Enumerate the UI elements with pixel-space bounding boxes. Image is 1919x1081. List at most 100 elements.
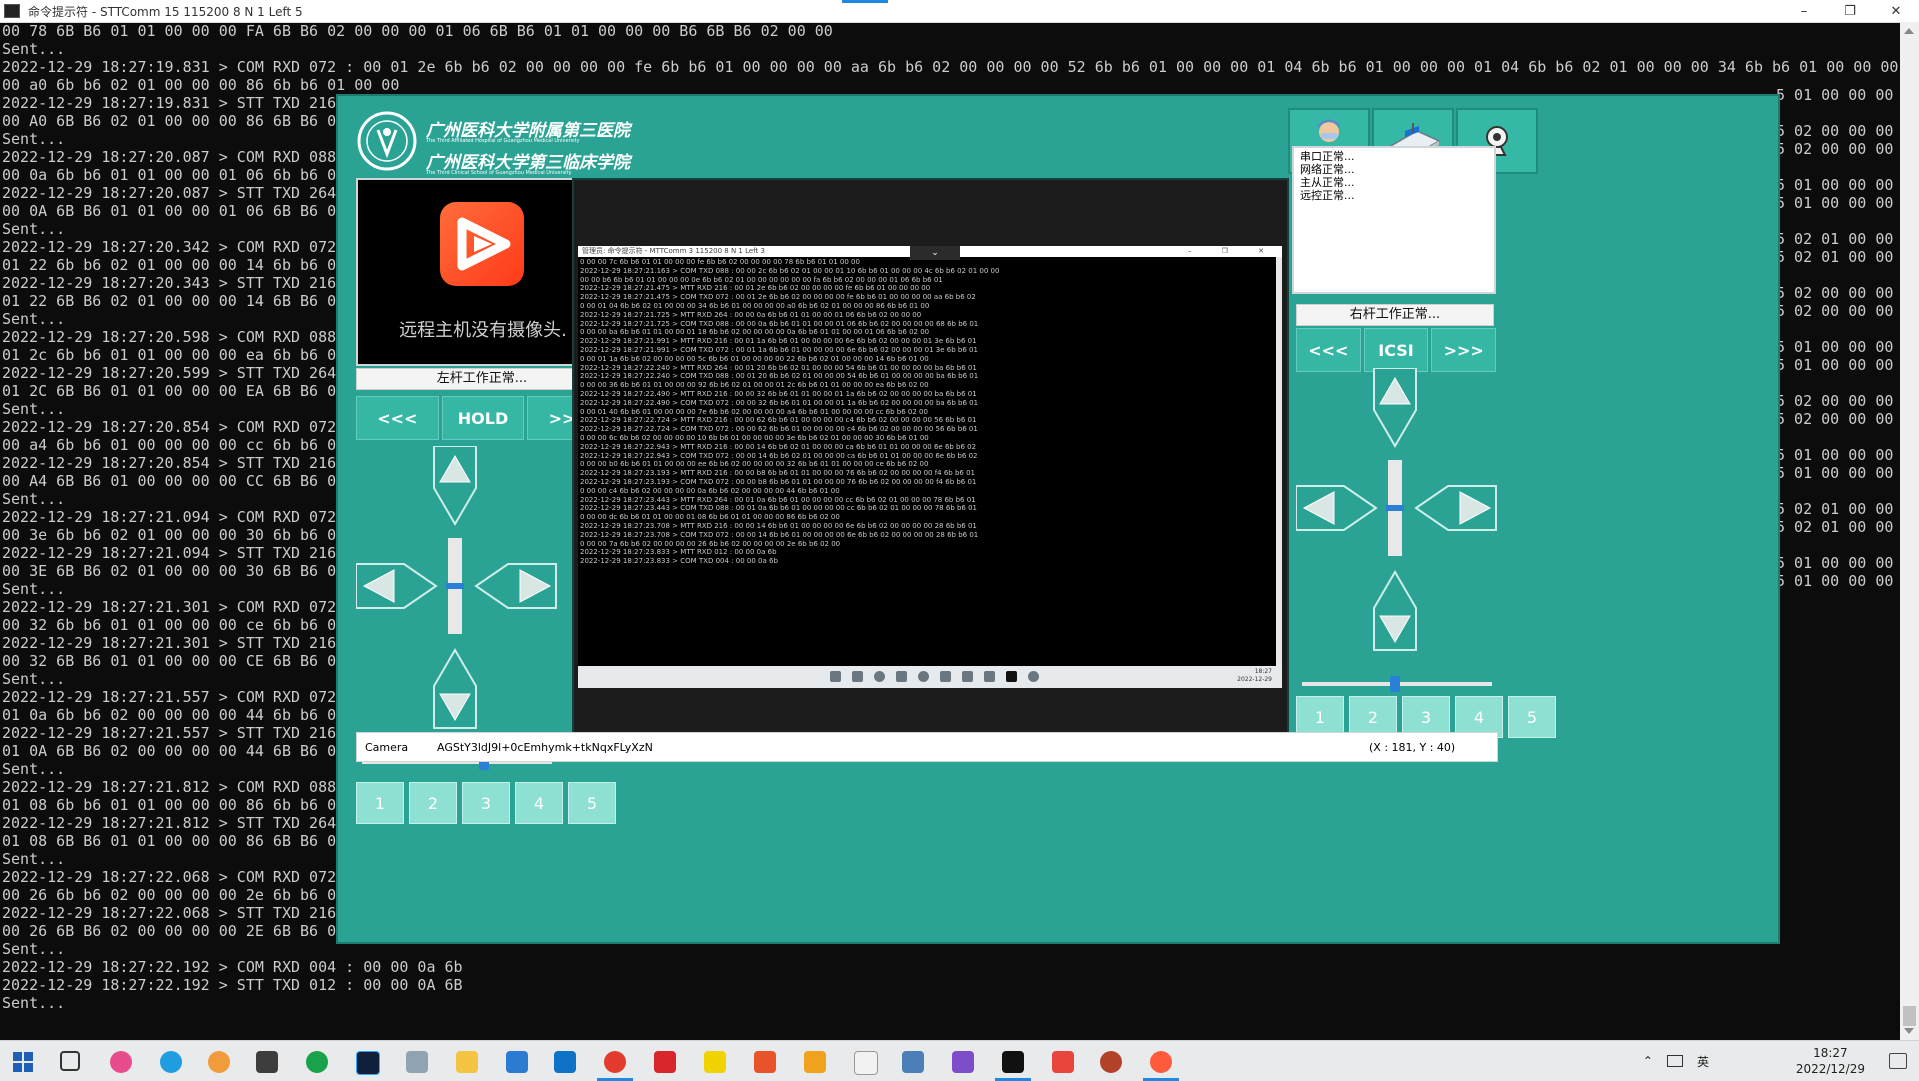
left-mode-label[interactable]: HOLD xyxy=(441,396,525,440)
left-z-slider[interactable] xyxy=(446,538,464,634)
left-right-arrow-icon[interactable] xyxy=(474,563,557,609)
windows-start-icon[interactable] xyxy=(12,1051,34,1073)
app-icon-7[interactable] xyxy=(704,1051,726,1073)
left-number-button-1[interactable]: 1 xyxy=(356,782,404,824)
right-right-arrow-icon[interactable] xyxy=(1414,485,1497,531)
wps-icon[interactable] xyxy=(1052,1051,1074,1073)
right-speed-knob[interactable] xyxy=(1390,676,1401,692)
left-number-button-4[interactable]: 4 xyxy=(515,782,563,824)
console-line: 2022-12-29 18:27:19.831 > COM RXD 072 : … xyxy=(2,58,1899,76)
left-down-arrow-icon[interactable] xyxy=(433,648,477,729)
logo-line1-en: The Third Affiliated Hospital of Guangzh… xyxy=(426,138,580,144)
remote-console-line: 2022-12-29 18:27:21.475 > MTT RXD 216 : … xyxy=(580,284,931,293)
remote-console-output: 0 00 00 7c 6b b6 01 01 00 00 00 fe 6b b6… xyxy=(580,258,1270,656)
left-up-arrow-icon[interactable] xyxy=(433,446,477,526)
right-next-button[interactable]: >>> xyxy=(1431,328,1497,372)
scroll-down-icon[interactable] xyxy=(1904,1028,1914,1034)
console-line: 5 02 01 00 00 xyxy=(1776,518,1894,536)
app-icon-5[interactable] xyxy=(506,1051,528,1073)
app-icon-8[interactable] xyxy=(754,1051,776,1073)
remote-console-line: 0 00 00 6c 6b b6 02 00 00 00 00 10 6b b6… xyxy=(580,433,929,442)
console-line: 5 02 00 00 00 xyxy=(1776,302,1894,320)
app-icon-3[interactable] xyxy=(306,1051,328,1073)
vscode-icon[interactable] xyxy=(554,1051,576,1073)
app-icon-10[interactable] xyxy=(854,1051,878,1075)
left-number-button-3[interactable]: 3 xyxy=(462,782,510,824)
task-view-icon[interactable] xyxy=(60,1051,80,1071)
app-icon-13[interactable] xyxy=(1150,1051,1172,1073)
console-line: 5 02 00 00 00 xyxy=(1776,122,1894,140)
remote-console-line: 2022-12-29 18:27:23.708 > MTT RXD 216 : … xyxy=(580,521,977,530)
app-icon-11[interactable] xyxy=(902,1051,924,1073)
right-dpad xyxy=(1296,368,1550,734)
console-line: 5 01 00 00 00 xyxy=(1776,176,1894,194)
maximize-button[interactable]: ❐ xyxy=(1827,0,1873,22)
right-down-arrow-icon[interactable] xyxy=(1373,570,1417,651)
remote-desktop-view[interactable]: 管理员: 命令提示符 - MTTComm 3 115200 8 N 1 Left… xyxy=(572,178,1289,756)
app-icon-2[interactable] xyxy=(256,1051,278,1073)
remote-console-line: 2022-12-29 18:27:23.193 > MTT RXD 216 : … xyxy=(580,469,976,478)
right-prev-button[interactable]: <<< xyxy=(1296,328,1361,372)
left-prev-button[interactable]: <<< xyxy=(356,396,439,440)
console-line: 00 a0 6b b6 02 01 00 00 00 86 6b b6 01 0… xyxy=(2,76,400,94)
right-speed-slider[interactable] xyxy=(1302,676,1492,692)
console-line: 00 78 6B B6 01 01 00 00 00 FA 6B B6 02 0… xyxy=(2,22,833,40)
remote-terminal-icon xyxy=(1006,671,1017,682)
left-number-button-2[interactable]: 2 xyxy=(409,782,457,824)
terminal-icon[interactable] xyxy=(1002,1051,1024,1073)
minimize-button[interactable]: – xyxy=(1781,0,1827,22)
right-number-button-5[interactable]: 5 xyxy=(1508,696,1556,738)
right-up-arrow-icon[interactable] xyxy=(1373,368,1417,448)
remote-console-line: 2022-12-29 18:27:23.193 > COM TXD 072 : … xyxy=(580,477,977,486)
input-language[interactable]: 英 xyxy=(1697,1053,1709,1070)
remote-console-line: 0 00 00 7a 6b b6 02 00 00 00 00 26 6b b6… xyxy=(580,539,841,548)
control-app-window: 广州医科大学附属第三医院 The Third Affiliated Hospit… xyxy=(338,96,1778,942)
right-mode-label[interactable]: ICSI xyxy=(1363,328,1429,372)
left-left-arrow-icon[interactable] xyxy=(356,563,438,609)
scroll-thumb[interactable] xyxy=(1903,1006,1916,1026)
right-stick-status: 右杆工作正常... xyxy=(1296,304,1494,326)
remote-console-line: 0 00 01 04 6b b6 02 01 00 00 00 34 6b b6… xyxy=(580,301,930,310)
remote-app-icon xyxy=(962,671,973,682)
console-line: Sent... xyxy=(2,40,66,58)
notification-icon[interactable] xyxy=(1889,1053,1907,1069)
console-line: 5 01 00 00 00 xyxy=(1776,554,1894,572)
remote-clock: 18:27 2022-12-29 xyxy=(1237,668,1272,683)
right-z-slider[interactable] xyxy=(1386,460,1404,556)
status-item: 远控正常... xyxy=(1300,189,1355,202)
app-icon-12[interactable] xyxy=(1100,1051,1122,1073)
visual-studio-icon[interactable] xyxy=(952,1051,974,1073)
remote-console-line: 2022-12-29 18:27:23.443 > MTT RXD 264 : … xyxy=(580,495,976,504)
remote-taskbar: 18:27 2022-12-29 xyxy=(578,666,1282,688)
scroll-up-icon[interactable] xyxy=(1904,28,1914,34)
right-left-arrow-icon[interactable] xyxy=(1296,485,1378,531)
session-code: AGStY3ldJ9l+0cEmhymk+tkNqxFLyXzN xyxy=(437,741,653,754)
left-number-button-5[interactable]: 5 xyxy=(568,782,616,824)
console-scrollbar[interactable] xyxy=(1900,22,1919,1040)
file-explorer-icon[interactable] xyxy=(456,1051,478,1073)
battery-icon[interactable] xyxy=(1666,1055,1683,1067)
browser-icon[interactable] xyxy=(208,1051,230,1073)
taskbar-date: 2022/12/29 xyxy=(1795,1062,1865,1076)
left-stick-status: 左杆工作正常... xyxy=(356,368,608,390)
app-icon-1[interactable] xyxy=(110,1051,132,1073)
remote-console-line: 2022-12-29 18:27:21.725 > COM TXD 088 : … xyxy=(580,319,979,328)
close-button[interactable]: ✕ xyxy=(1873,0,1919,22)
photoshop-icon[interactable] xyxy=(356,1051,380,1075)
remote-app-icon xyxy=(984,671,995,682)
remote-console-line: 2022-12-29 18:27:22.724 > MTT RXD 216 : … xyxy=(580,416,977,425)
app-icon-6[interactable] xyxy=(654,1051,676,1073)
app-icon-9[interactable] xyxy=(804,1051,826,1073)
console-line: 5 02 01 00 00 xyxy=(1776,230,1894,248)
console-line: 5 02 00 00 00 xyxy=(1776,410,1894,428)
remote-app-icon xyxy=(1028,671,1039,682)
chrome-icon[interactable] xyxy=(604,1051,626,1073)
edge-browser-icon[interactable] xyxy=(160,1051,182,1073)
app-icon-4[interactable] xyxy=(406,1051,428,1073)
taskbar-clock[interactable]: 18:27 2022/12/29 xyxy=(1796,1045,1865,1077)
console-title: 命令提示符 - STTComm 15 115200 8 N 1 Left 5 xyxy=(28,4,303,19)
tray-expand-icon[interactable]: ⌃ xyxy=(1643,1054,1653,1068)
